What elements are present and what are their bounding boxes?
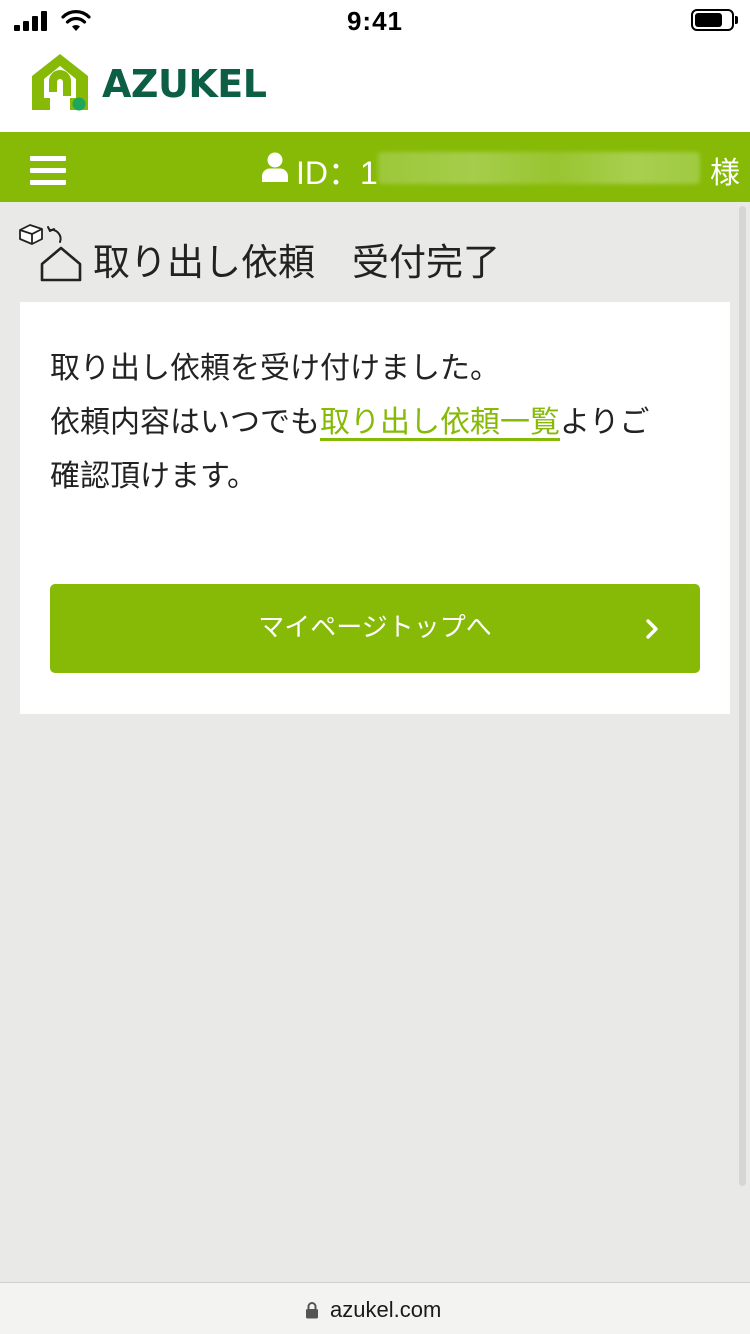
site-header: AZUKEL — [0, 40, 750, 132]
box-return-house-icon — [19, 224, 82, 282]
confirmation-message: 取り出し依頼を受け付けました。 依頼内容はいつでも取り出し依頼一覧よりご 確認頂… — [50, 342, 710, 504]
scrollbar-thumb[interactable] — [739, 206, 746, 1186]
brand-name[interactable]: AZUKEL — [102, 62, 267, 106]
message-line-1: 取り出し依頼を受け付けました。 — [50, 351, 500, 386]
lock-icon — [306, 1302, 318, 1319]
browser-url-bar[interactable]: azukel.com — [0, 1282, 750, 1334]
mypage-top-button-label: マイページトップへ — [258, 613, 492, 643]
user-icon — [262, 152, 288, 182]
message-line-2: 依頼内容はいつでも取り出し依頼一覧よりご — [50, 396, 710, 450]
mypage-top-button[interactable]: マイページトップへ — [50, 584, 700, 673]
redacted-user-id — [378, 152, 700, 184]
azukel-logo-icon[interactable] — [30, 52, 90, 114]
honorific-suffix: 様 — [710, 156, 740, 191]
message-line-3: 確認頂けます。 — [50, 459, 257, 494]
status-bar: 9:41 — [0, 0, 750, 40]
confirmation-card: 取り出し依頼を受け付けました。 依頼内容はいつでも取り出し依頼一覧よりご 確認頂… — [20, 302, 730, 714]
user-id-label: ID：1 — [296, 155, 378, 191]
battery-icon — [691, 9, 739, 31]
page-title: 取り出し依頼 受付完了 — [93, 241, 500, 284]
page-title-row: 取り出し依頼 受付完了 — [0, 202, 750, 302]
navigation-bar: ID：1 様 — [0, 132, 750, 202]
retrieval-request-list-link[interactable]: 取り出し依頼一覧 — [320, 405, 560, 440]
chevron-right-icon — [646, 619, 658, 639]
url-text[interactable]: azukel.com — [330, 1297, 441, 1323]
status-time: 9:41 — [346, 6, 404, 36]
message-line-2-prefix: 依頼内容はいつでも — [50, 405, 320, 440]
message-line-2-suffix: よりご — [560, 405, 650, 440]
hamburger-menu-icon[interactable] — [30, 156, 66, 186]
